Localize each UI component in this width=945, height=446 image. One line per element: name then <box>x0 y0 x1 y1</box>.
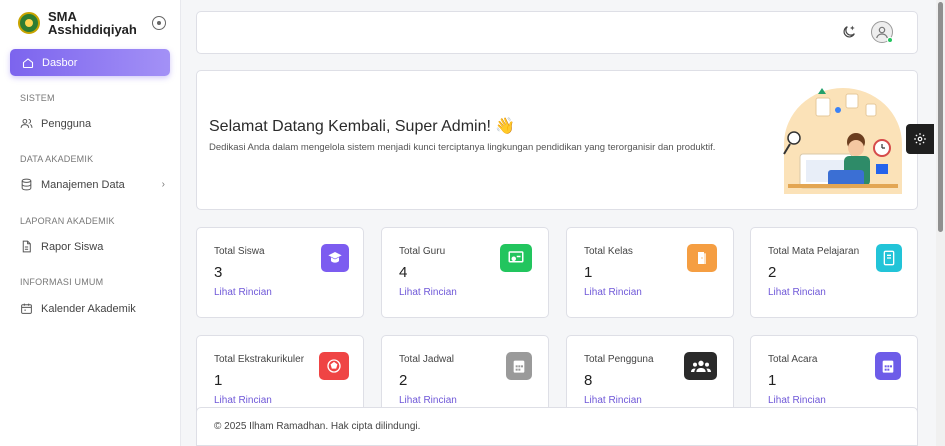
page-scrollbar[interactable] <box>936 0 945 446</box>
workspace-illustration <box>783 88 902 194</box>
sidebar-item-label: Kalender Akademik <box>41 302 136 315</box>
sidebar-item-kalender-akademik[interactable]: Kalender Akademik <box>20 302 165 315</box>
stat-value: 1 <box>584 264 593 281</box>
user-avatar-icon[interactable] <box>871 21 893 43</box>
ball-icon <box>319 352 349 380</box>
section-laporan-akademik: LAPORAN AKADEMIK <box>20 216 115 226</box>
document-icon <box>20 240 33 253</box>
stat-detail-link[interactable]: Lihat Rincian <box>768 287 826 298</box>
calendar-icon <box>20 302 33 315</box>
event-calendar-icon <box>875 352 901 380</box>
stat-label: Total Acara <box>768 354 818 365</box>
sidebar-toggle-icon[interactable] <box>152 16 166 30</box>
welcome-subtitle: Dedikasi Anda dalam mengelola sistem men… <box>209 142 716 153</box>
topbar <box>196 11 918 54</box>
sidebar-item-pengguna[interactable]: Pengguna <box>20 117 165 130</box>
group-icon <box>684 352 717 380</box>
stat-value: 8 <box>584 372 593 389</box>
copyright-text: © 2025 Ilham Ramadhan. Hak cipta dilindu… <box>214 421 421 432</box>
section-sistem: SISTEM <box>20 93 55 103</box>
brand-name: SMA Asshiddiqiyah <box>48 9 137 37</box>
stat-card-kelas: Total Kelas 1 Lihat Rincian <box>566 227 734 318</box>
sidebar: SMA Asshiddiqiyah Dasbor SISTEM Pengguna… <box>0 0 181 446</box>
stat-label: Total Kelas <box>584 246 633 257</box>
stat-label: Total Pengguna <box>584 354 654 365</box>
scrollbar-thumb[interactable] <box>938 2 943 232</box>
welcome-title: Selamat Datang Kembali, Super Admin! 👋 <box>209 118 516 135</box>
section-informasi-umum: INFORMASI UMUM <box>20 277 104 287</box>
stat-value: 2 <box>399 372 408 389</box>
stat-detail-link[interactable]: Lihat Rincian <box>214 395 272 406</box>
schedule-icon <box>506 352 532 380</box>
teacher-icon <box>500 244 532 272</box>
stat-label: Total Mata Pelajaran <box>768 246 860 257</box>
book-icon <box>876 244 902 272</box>
student-icon <box>321 244 349 272</box>
stat-detail-link[interactable]: Lihat Rincian <box>214 287 272 298</box>
stat-value: 3 <box>214 264 223 281</box>
stat-label: Total Jadwal <box>399 354 455 365</box>
stat-card-guru: Total Guru 4 Lihat Rincian <box>381 227 549 318</box>
sidebar-item-label: Manajemen Data <box>41 178 125 191</box>
stat-detail-link[interactable]: Lihat Rincian <box>399 287 457 298</box>
stat-label: Total Ekstrakurikuler <box>214 354 305 365</box>
stat-label: Total Siswa <box>214 246 265 257</box>
stat-detail-link[interactable]: Lihat Rincian <box>584 287 642 298</box>
stat-value: 1 <box>214 372 223 389</box>
sidebar-item-rapor-siswa[interactable]: Rapor Siswa <box>20 240 165 253</box>
stat-detail-link[interactable]: Lihat Rincian <box>584 395 642 406</box>
gear-icon <box>914 133 926 145</box>
sidebar-item-manajemen-data[interactable]: Manajemen Data › <box>20 178 165 191</box>
door-icon <box>687 244 717 272</box>
sidebar-item-label: Dasbor <box>42 56 78 69</box>
settings-button[interactable] <box>906 124 934 154</box>
footer: © 2025 Ilham Ramadhan. Hak cipta dilindu… <box>196 407 918 446</box>
stat-label: Total Guru <box>399 246 446 257</box>
section-data-akademik: DATA AKADEMIK <box>20 154 94 164</box>
stat-detail-link[interactable]: Lihat Rincian <box>768 395 826 406</box>
stat-card-mata-pelajaran: Total Mata Pelajaran 2 Lihat Rincian <box>750 227 918 318</box>
sidebar-item-label: Rapor Siswa <box>41 240 104 253</box>
stat-value: 1 <box>768 372 777 389</box>
stat-value: 2 <box>768 264 777 281</box>
stat-card-siswa: Total Siswa 3 Lihat Rincian <box>196 227 364 318</box>
brand: SMA Asshiddiqiyah <box>0 0 180 46</box>
stat-detail-link[interactable]: Lihat Rincian <box>399 395 457 406</box>
users-icon <box>20 117 33 130</box>
school-logo-icon <box>18 12 40 34</box>
online-status-dot <box>887 37 893 43</box>
sidebar-item-dasbor[interactable]: Dasbor <box>10 49 170 76</box>
home-icon <box>21 56 34 69</box>
database-icon <box>20 178 33 191</box>
moon-icon[interactable] <box>841 24 857 40</box>
welcome-card: Selamat Datang Kembali, Super Admin! 👋 D… <box>196 70 918 210</box>
sidebar-item-label: Pengguna <box>41 117 92 130</box>
stat-value: 4 <box>399 264 408 281</box>
chevron-right-icon: › <box>161 179 165 190</box>
